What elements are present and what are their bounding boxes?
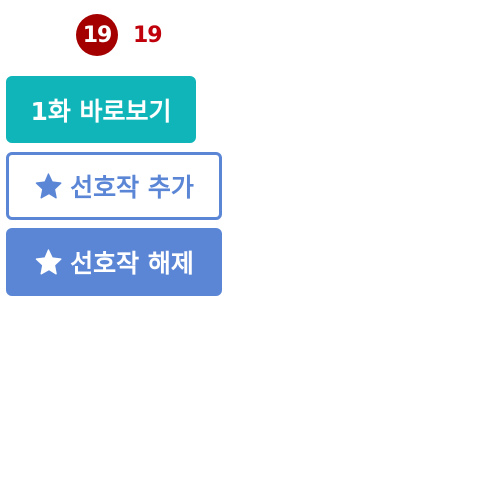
age-rating-badge: 19 — [76, 14, 118, 56]
view-first-episode-button[interactable]: 1화 바로보기 — [6, 76, 196, 143]
add-favorite-button[interactable]: 선호작 추가 — [6, 152, 222, 220]
age-rating-label: 19 — [133, 22, 163, 48]
remove-favorite-button[interactable]: 선호작 해제 — [6, 228, 222, 296]
star-icon — [34, 247, 64, 277]
add-favorite-label: 선호작 추가 — [70, 173, 194, 202]
view-first-episode-label: 1화 바로보기 — [30, 96, 172, 126]
remove-favorite-label: 선호작 해제 — [70, 249, 194, 278]
age-rating: 19 19 — [76, 14, 163, 56]
star-icon — [34, 171, 64, 201]
